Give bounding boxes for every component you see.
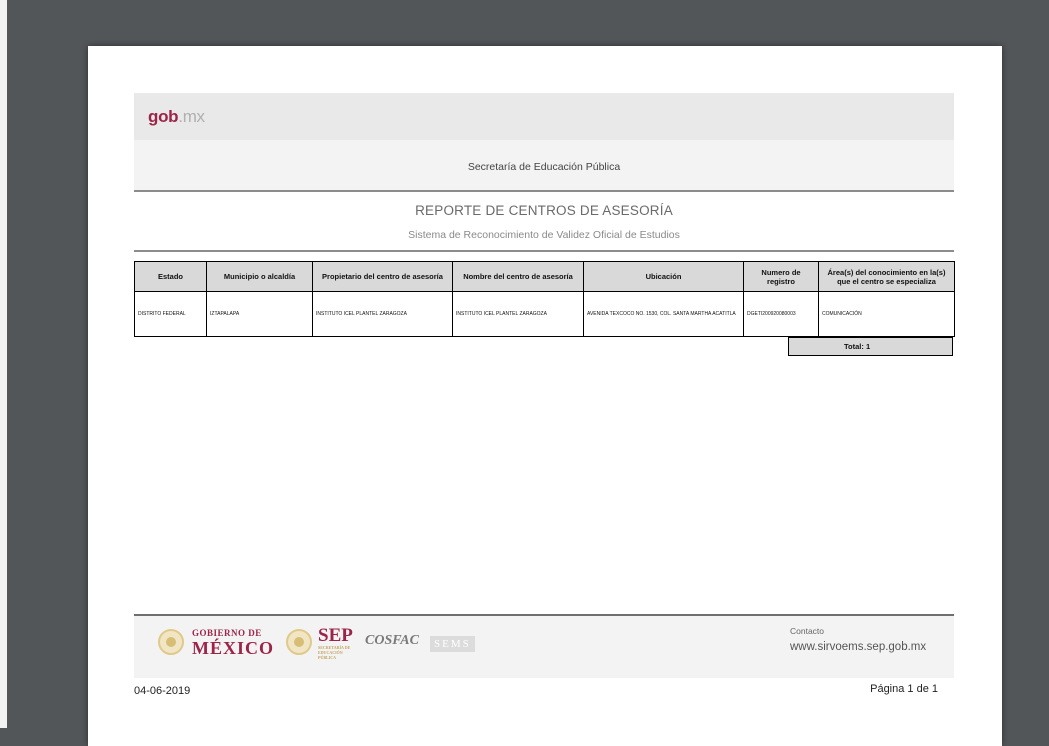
document-page: gob.mx Secretaría de Educación Pública R… bbox=[88, 46, 1002, 746]
column-header: Nombre del centro de asesoría bbox=[452, 261, 584, 292]
cell-registro: DGETI200920080003 bbox=[743, 291, 819, 337]
gob-mx-logo: gob.mx bbox=[148, 107, 205, 126]
cosfac-logo: COSFAC bbox=[365, 633, 419, 648]
cell-area: COMUNICACIÓN bbox=[818, 291, 955, 337]
sems-logo: SEMS bbox=[430, 636, 475, 652]
sep-seal-icon bbox=[286, 629, 312, 655]
title-divider bbox=[134, 250, 954, 252]
table-header-row: Estado Municipio o alcaldía Propietario … bbox=[134, 261, 955, 292]
total-label: Total: 1 bbox=[844, 342, 871, 351]
contacto-url: www.sirvoems.sep.gob.mx bbox=[790, 641, 927, 653]
cell-nombre: INSTITUTO ICEL PLANTEL ZARAGOZA bbox=[452, 291, 584, 337]
column-header: Ubicación bbox=[583, 261, 744, 292]
report-title: REPORTE DE CENTROS DE ASESORÍA bbox=[415, 203, 673, 218]
report-table: Estado Municipio o alcaldía Propietario … bbox=[134, 261, 955, 337]
cell-propietario: INSTITUTO ICEL PLANTEL ZARAGOZA bbox=[312, 291, 453, 337]
footer-band: GOBIERNO DE MÉXICO SEP SECRETARÍA DE EDU… bbox=[134, 616, 954, 678]
column-header: Propietario del centro de asesoría bbox=[312, 261, 453, 292]
column-header: Estado bbox=[134, 261, 207, 292]
table-row: DISTRITO FEDERAL IZTAPALAPA INSTITUTO IC… bbox=[134, 291, 955, 337]
total-box: Total: 1 bbox=[788, 337, 953, 356]
secretaria-title: Secretaría de Educación Pública bbox=[467, 161, 621, 173]
cell-ubicacion: AVENIDA TEXCOCO NO. 1530, COL. SANTA MAR… bbox=[583, 291, 744, 337]
contacto-label: Contacto bbox=[790, 626, 825, 636]
secretaria-band: Secretaría de Educación Pública bbox=[134, 140, 954, 192]
gobierno-de-mexico-logo: GOBIERNO DE MÉXICO bbox=[192, 628, 274, 658]
report-date: 04-06-2019 bbox=[134, 685, 191, 697]
report-subtitle: Sistema de Reconocimiento de Validez Ofi… bbox=[408, 229, 680, 241]
sep-logo: SEP SECRETARÍA DE EDUCACIÓN PÚBLICA bbox=[318, 625, 353, 661]
cell-municipio: IZTAPALAPA bbox=[206, 291, 313, 337]
viewer-left-edge bbox=[0, 0, 7, 728]
column-header: Área(s) del conocimiento en la(s) que el… bbox=[818, 261, 955, 292]
column-header: Numero de registro bbox=[743, 261, 819, 292]
page-number: Página 1 de 1 bbox=[870, 683, 938, 695]
column-header: Municipio o alcaldía bbox=[206, 261, 313, 292]
cell-estado: DISTRITO FEDERAL bbox=[134, 291, 207, 337]
header-band: gob.mx bbox=[134, 93, 954, 140]
mexico-seal-icon bbox=[158, 629, 184, 655]
